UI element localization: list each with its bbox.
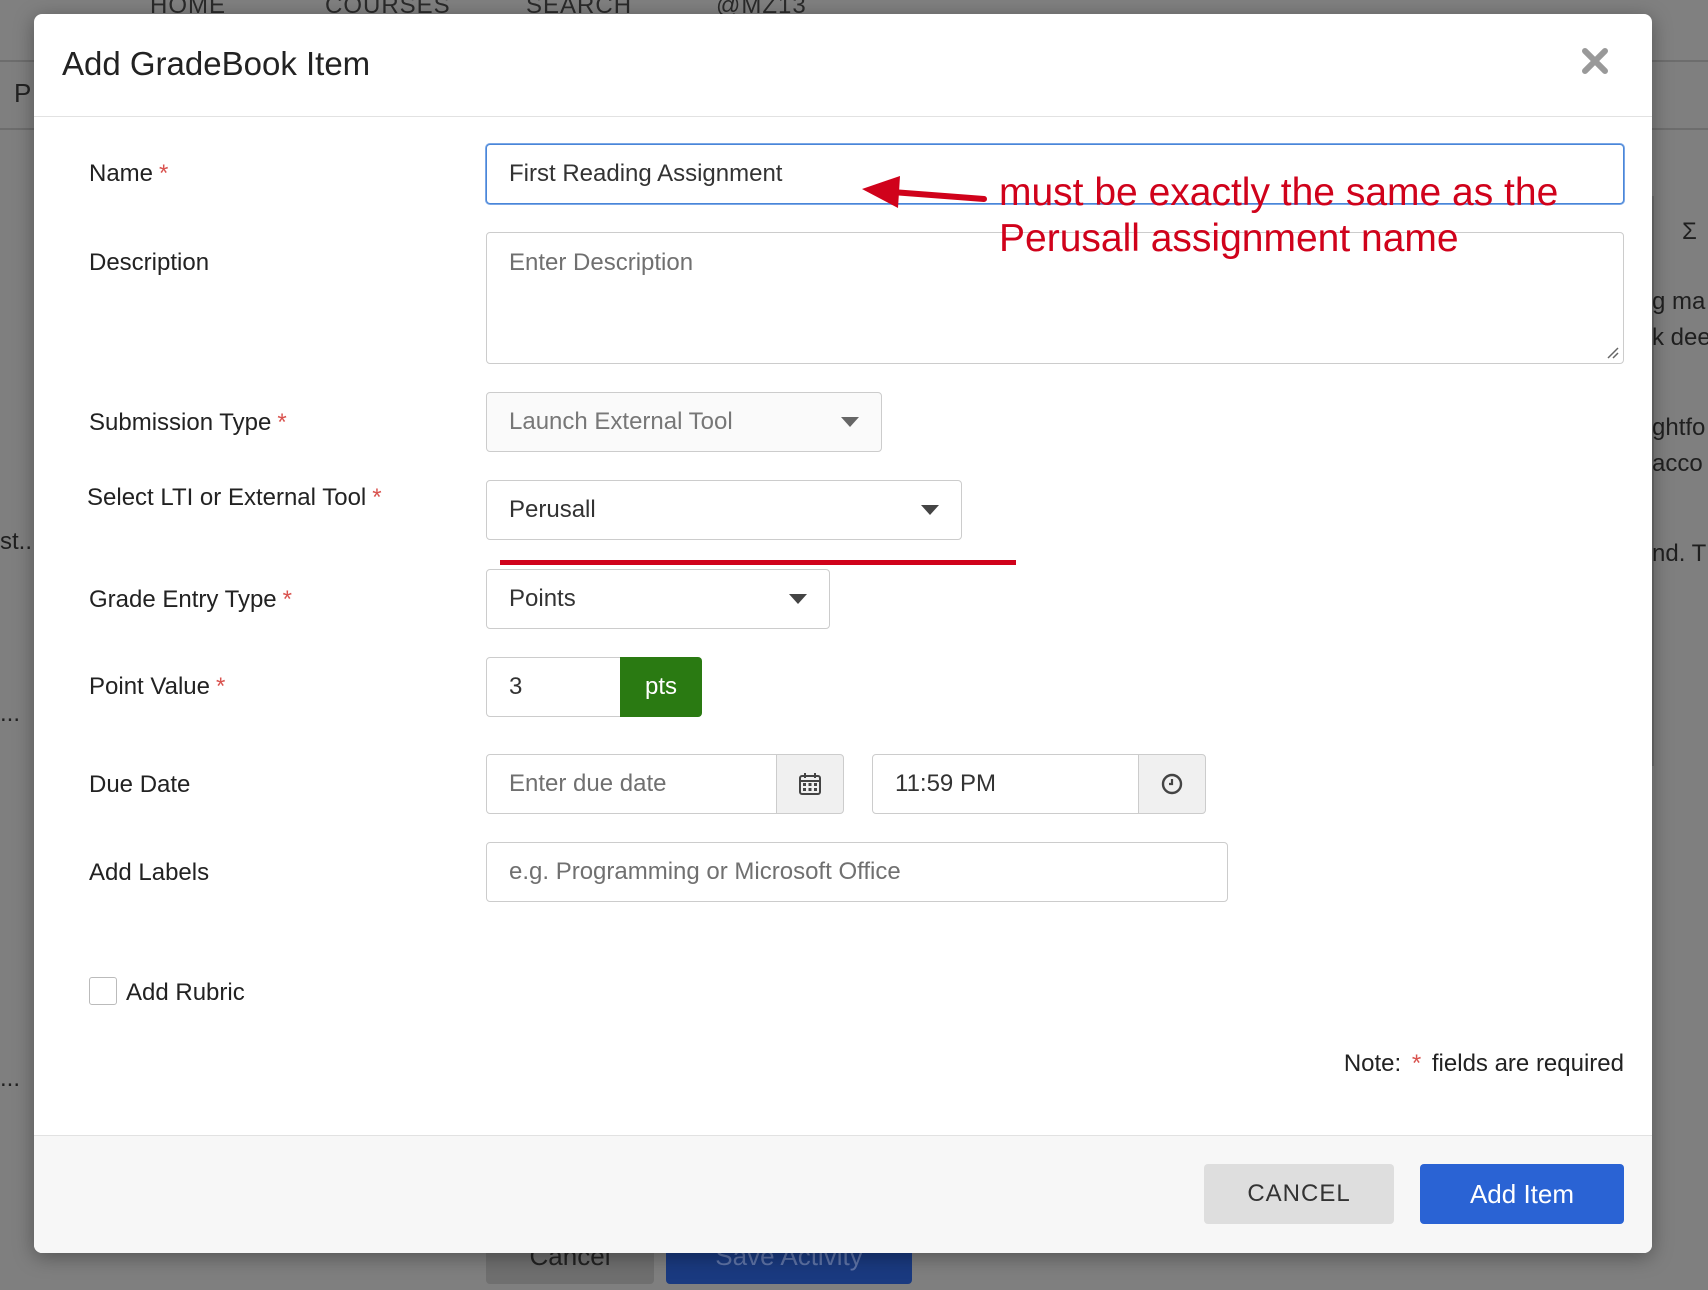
modal-title: Add GradeBook Item: [62, 45, 371, 82]
annotation-note: must be exactly the same as the Perusall…: [999, 171, 1559, 260]
clock-icon: [1161, 773, 1183, 795]
background-subbar-letter: P: [14, 78, 32, 108]
background-right-text: nd. T: [1652, 540, 1707, 567]
labels-input[interactable]: e.g. Programming or Microsoft Office: [486, 842, 1228, 902]
lti-tool-label: Select LTI or External Tool *: [87, 484, 382, 511]
required-marker: *: [1411, 1050, 1422, 1077]
submission-type-label: Submission Type *: [89, 409, 287, 436]
calendar-icon: [799, 773, 821, 795]
points-unit-addon: pts: [620, 657, 702, 717]
description-placeholder: Enter Description: [509, 249, 694, 276]
modal-footer: CANCEL Add Item: [34, 1135, 1652, 1253]
due-date-label: Due Date: [89, 771, 191, 798]
calendar-button[interactable]: [776, 754, 844, 814]
add-gradebook-item-modal: Add GradeBook Item Name * First Reading A…: [34, 14, 1652, 1253]
chevron-down-icon: [921, 505, 939, 515]
background-right-text: k dee: [1652, 324, 1708, 351]
grade-entry-type-select[interactable]: Points: [486, 569, 830, 629]
due-date-input[interactable]: Enter due date: [486, 754, 778, 814]
chevron-down-icon: [841, 417, 859, 427]
lti-tool-select[interactable]: Perusall: [486, 480, 962, 540]
grade-entry-type-label: Grade Entry Type *: [89, 586, 292, 613]
name-label: Name *: [89, 160, 169, 187]
description-label: Description: [89, 249, 210, 276]
background-sigma: Σ: [1682, 218, 1697, 245]
add-rubric-label: Add Rubric: [126, 979, 245, 1006]
close-icon: [1582, 48, 1608, 74]
required-marker: *: [282, 586, 292, 613]
background-right-text: g ma: [1652, 288, 1706, 315]
required-marker: *: [159, 160, 169, 187]
add-rubric-checkbox[interactable]: [89, 977, 117, 1005]
background-left-text: ...: [0, 1065, 21, 1092]
cancel-button[interactable]: CANCEL: [1204, 1164, 1394, 1224]
annotation-arrow-icon: [862, 176, 987, 208]
modal-header: Add GradeBook Item: [34, 14, 1652, 117]
background-right-text: acco: [1652, 450, 1703, 477]
required-marker: *: [372, 484, 382, 511]
chevron-down-icon: [789, 594, 807, 604]
annotation-underline: [500, 560, 1016, 565]
add-labels-label: Add Labels: [89, 859, 210, 886]
required-fields-note: Note: * fields are required: [1343, 1050, 1624, 1077]
due-time-input[interactable]: 11:59 PM: [872, 754, 1142, 814]
point-value-input[interactable]: 3: [486, 657, 622, 717]
background-left-text: ...: [0, 700, 21, 727]
background-left-text: st...: [0, 528, 39, 555]
time-picker-button[interactable]: [1138, 754, 1206, 814]
background-right-text: ghtfo: [1652, 414, 1706, 441]
background-right-panel: [1652, 196, 1708, 766]
submission-type-select[interactable]: Launch External Tool: [486, 392, 882, 452]
resize-grip-icon[interactable]: [1605, 345, 1619, 359]
point-value-label: Point Value *: [89, 673, 226, 700]
required-marker: *: [215, 673, 226, 700]
add-item-button[interactable]: Add Item: [1420, 1164, 1624, 1224]
close-button[interactable]: [1578, 44, 1612, 78]
required-marker: *: [277, 409, 287, 436]
